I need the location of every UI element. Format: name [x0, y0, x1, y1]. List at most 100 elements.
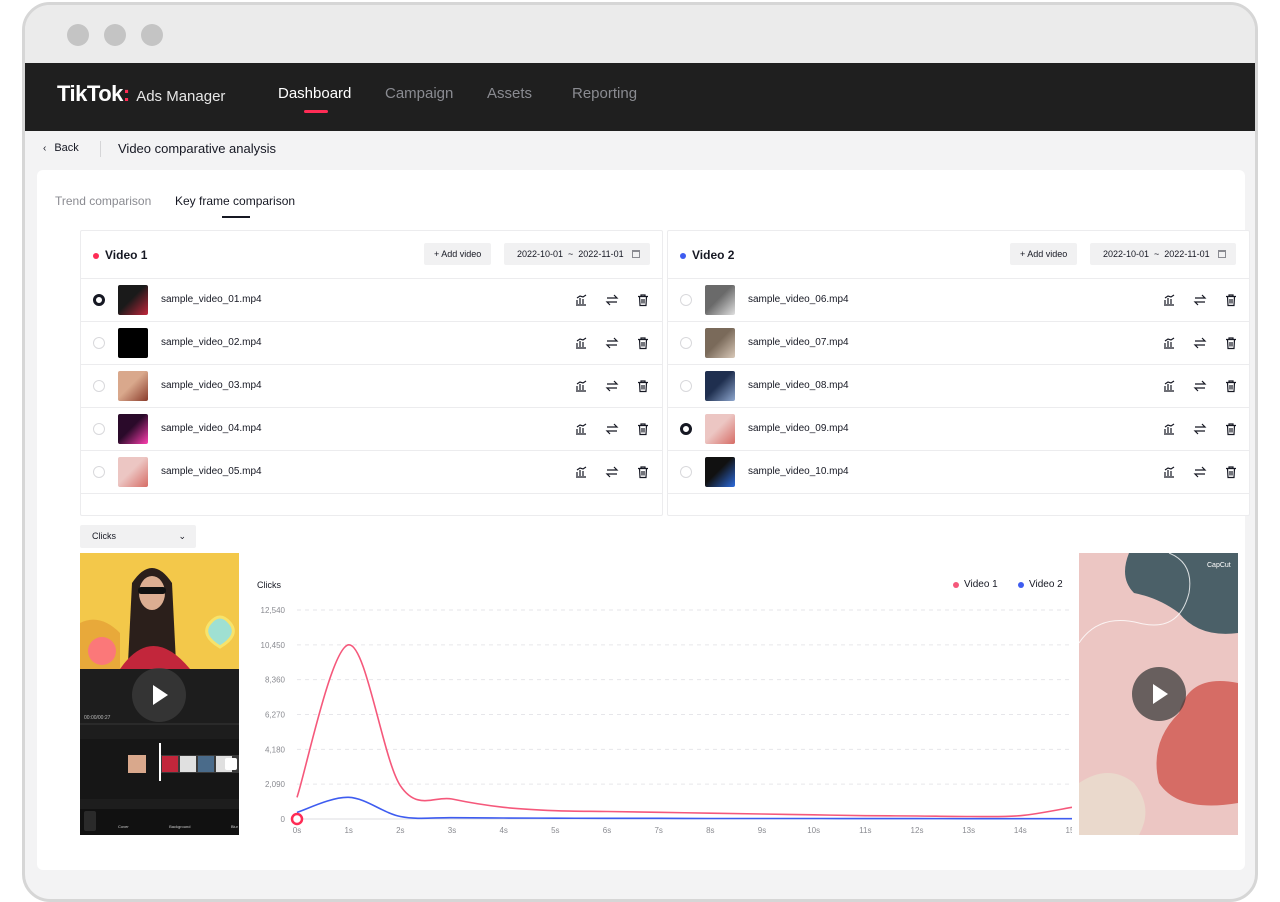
- x-tick-label: 13s: [962, 826, 975, 835]
- video-thumbnail: [118, 285, 148, 315]
- trash-icon[interactable]: [636, 336, 650, 350]
- swap-icon[interactable]: [605, 422, 619, 436]
- tool-background[interactable]: Background: [169, 824, 190, 829]
- chart-icon[interactable]: [1162, 422, 1176, 436]
- video-select-radio[interactable]: [680, 466, 692, 478]
- x-tick-label: 10s: [807, 826, 820, 835]
- legend-dot-video-2: [1018, 581, 1024, 588]
- tool-blur[interactable]: Blur: [231, 824, 238, 829]
- add-video-button[interactable]: + Add video: [1010, 243, 1078, 265]
- browser-frame: TikTok : Ads Manager Dashboard Campaign …: [22, 2, 1258, 902]
- swap-icon[interactable]: [1193, 379, 1207, 393]
- trash-icon[interactable]: [636, 465, 650, 479]
- trash-icon[interactable]: [636, 422, 650, 436]
- play-button[interactable]: [132, 668, 186, 722]
- y-tick-label: 10,450: [261, 641, 286, 650]
- swap-icon[interactable]: [605, 336, 619, 350]
- chart-icon[interactable]: [574, 336, 588, 350]
- video-row[interactable]: sample_video_04.mp4: [81, 408, 662, 451]
- video-select-radio[interactable]: [93, 466, 105, 478]
- video-thumbnail: [705, 285, 735, 315]
- video-select-radio[interactable]: [680, 423, 692, 435]
- video-row[interactable]: sample_video_06.mp4: [668, 279, 1249, 322]
- video-select-radio[interactable]: [93, 423, 105, 435]
- video-thumbnail: [118, 457, 148, 487]
- back-button[interactable]: ‹ Back: [43, 142, 79, 154]
- chart-icon[interactable]: [574, 465, 588, 479]
- video-select-radio[interactable]: [680, 337, 692, 349]
- top-navbar: TikTok : Ads Manager Dashboard Campaign …: [25, 63, 1255, 131]
- video-2-player[interactable]: CapCut: [1079, 553, 1238, 835]
- video-row[interactable]: sample_video_02.mp4: [81, 322, 662, 365]
- play-button[interactable]: [1132, 667, 1186, 721]
- swap-icon[interactable]: [605, 465, 619, 479]
- video-row[interactable]: sample_video_07.mp4: [668, 322, 1249, 365]
- legend-video-1[interactable]: Video 1: [953, 579, 998, 590]
- calendar-icon: [1218, 250, 1226, 258]
- panel-title: Video 2: [692, 248, 735, 262]
- window-maximize-button[interactable]: [141, 24, 163, 46]
- video-row[interactable]: sample_video_08.mp4: [668, 365, 1249, 408]
- nav-reporting[interactable]: Reporting: [572, 85, 637, 102]
- swap-icon[interactable]: [1193, 293, 1207, 307]
- video-select-radio[interactable]: [680, 380, 692, 392]
- back-label: Back: [54, 142, 79, 154]
- video-select-radio[interactable]: [680, 294, 692, 306]
- chart-icon[interactable]: [1162, 293, 1176, 307]
- trash-icon[interactable]: [1224, 336, 1238, 350]
- add-video-button[interactable]: + Add video: [424, 243, 492, 265]
- swap-icon[interactable]: [1193, 336, 1207, 350]
- video-thumbnail: [118, 328, 148, 358]
- video-row[interactable]: sample_video_09.mp4: [668, 408, 1249, 451]
- video-row[interactable]: sample_video_01.mp4: [81, 279, 662, 322]
- metric-select[interactable]: Clicks ⌄: [80, 525, 196, 548]
- chart-icon[interactable]: [574, 293, 588, 307]
- video-row[interactable]: sample_video_05.mp4: [81, 451, 662, 494]
- trash-icon[interactable]: [636, 293, 650, 307]
- x-tick-label: 11s: [859, 826, 871, 835]
- video-select-radio[interactable]: [93, 380, 105, 392]
- video-thumbnail: [705, 328, 735, 358]
- y-tick-label: 0: [281, 815, 286, 824]
- tiktok-ads-logo[interactable]: TikTok : Ads Manager: [57, 81, 225, 107]
- trash-icon[interactable]: [636, 379, 650, 393]
- tab-key-frame-comparison[interactable]: Key frame comparison: [175, 194, 295, 208]
- trash-icon[interactable]: [1224, 379, 1238, 393]
- video-1-player[interactable]: 00:00/00:27 Cover Background Blur: [80, 553, 239, 835]
- window-minimize-button[interactable]: [104, 24, 126, 46]
- swap-icon[interactable]: [1193, 422, 1207, 436]
- legend-label-video-2: Video 2: [1029, 579, 1063, 590]
- video-row[interactable]: sample_video_03.mp4: [81, 365, 662, 408]
- video-select-radio[interactable]: [93, 337, 105, 349]
- y-tick-label: 12,540: [261, 606, 286, 615]
- x-tick-label: 14s: [1014, 826, 1027, 835]
- trash-icon[interactable]: [1224, 293, 1238, 307]
- nav-dashboard[interactable]: Dashboard: [278, 85, 351, 102]
- y-axis-label: Clicks: [257, 580, 281, 590]
- tool-cover[interactable]: Cover: [118, 824, 129, 829]
- video-filename: sample_video_07.mp4: [748, 337, 849, 348]
- nav-campaign[interactable]: Campaign: [385, 85, 453, 102]
- chart-icon[interactable]: [1162, 336, 1176, 350]
- chart-icon[interactable]: [574, 422, 588, 436]
- trash-icon[interactable]: [1224, 465, 1238, 479]
- chart-icon[interactable]: [1162, 465, 1176, 479]
- tab-trend-comparison[interactable]: Trend comparison: [55, 194, 151, 208]
- trash-icon[interactable]: [1224, 422, 1238, 436]
- date-range-picker[interactable]: 2022-10-01 ~ 2022-11-01: [1090, 243, 1236, 265]
- date-range-value: 2022-10-01 ~ 2022-11-01: [517, 249, 624, 259]
- nav-assets[interactable]: Assets: [487, 85, 532, 102]
- chart-icon[interactable]: [1162, 379, 1176, 393]
- swap-icon[interactable]: [605, 379, 619, 393]
- x-tick-label: 6s: [603, 826, 611, 835]
- legend-video-2[interactable]: Video 2: [1018, 579, 1063, 590]
- window-close-button[interactable]: [67, 24, 89, 46]
- logo-wordmark: TikTok: [57, 81, 123, 106]
- swap-icon[interactable]: [1193, 465, 1207, 479]
- chart-icon[interactable]: [574, 379, 588, 393]
- chevron-left-icon: ‹: [43, 142, 47, 154]
- video-row[interactable]: sample_video_10.mp4: [668, 451, 1249, 494]
- swap-icon[interactable]: [605, 293, 619, 307]
- date-range-picker[interactable]: 2022-10-01 ~ 2022-11-01: [504, 243, 650, 265]
- video-select-radio[interactable]: [93, 294, 105, 306]
